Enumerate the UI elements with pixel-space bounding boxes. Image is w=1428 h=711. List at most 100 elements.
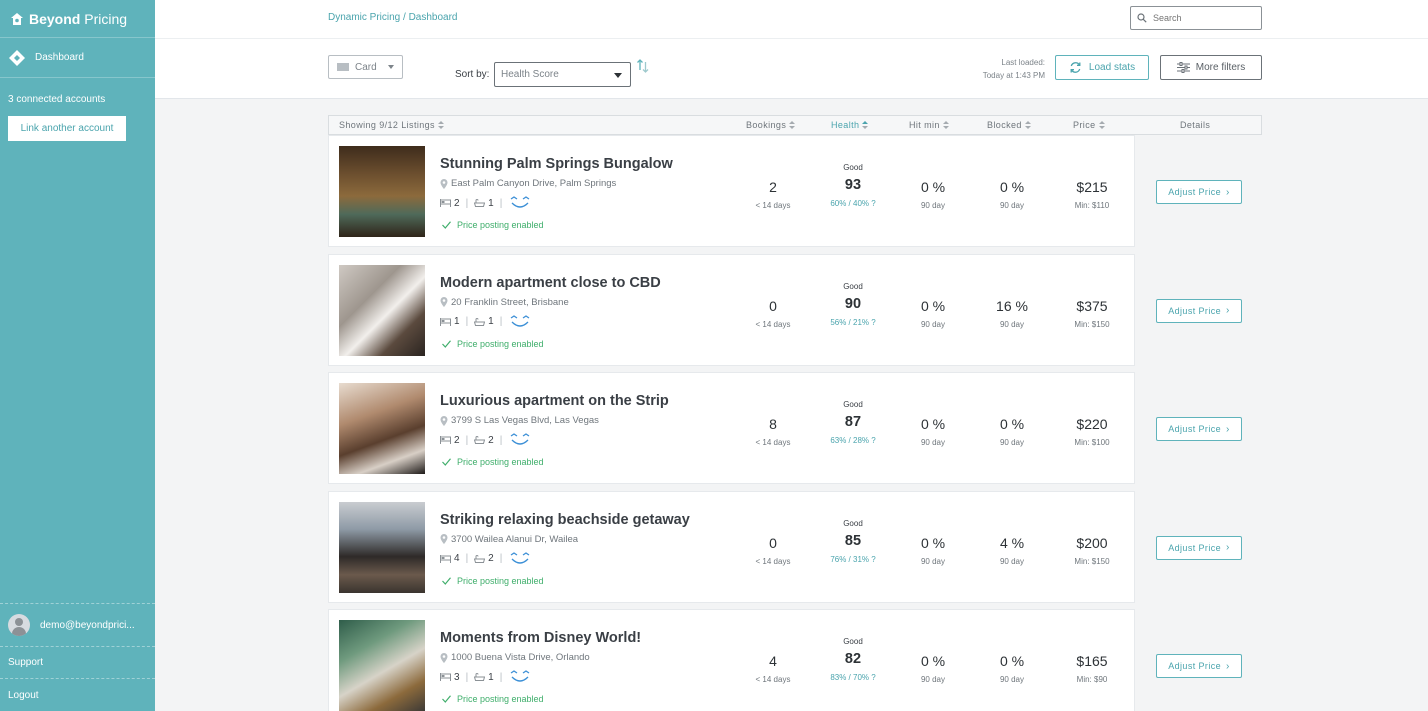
listing-title[interactable]: Luxurious apartment on the Strip — [440, 393, 669, 409]
listing-title[interactable]: Moments from Disney World! — [440, 630, 641, 646]
blocked-sub: 90 day — [999, 319, 1025, 329]
health-ratio[interactable]: 76% / 31% ? — [814, 555, 892, 564]
health-ratio[interactable]: 63% / 28% ? — [814, 436, 892, 445]
check-icon — [442, 576, 451, 585]
price-value: $375 — [1076, 297, 1108, 314]
listing-photo[interactable] — [339, 620, 425, 711]
blocked-sub: 90 day — [999, 201, 1025, 210]
bath-icon — [474, 199, 486, 207]
listing-photo[interactable] — [339, 146, 425, 237]
amenities: 2 | 1 | — [440, 196, 531, 210]
sort-direction-icon[interactable] — [637, 59, 649, 73]
hit-min-value: 0 % — [920, 534, 946, 551]
listing-row[interactable]: Stunning Palm Springs Bungalow East Palm… — [328, 135, 1262, 247]
hit-min-sub: 90 day — [920, 201, 946, 210]
health-ratio[interactable]: 56% / 21% ? — [814, 318, 892, 327]
price-cell: $220 Min: $100 — [1057, 416, 1127, 447]
listing-photo[interactable] — [339, 264, 425, 356]
search-box[interactable] — [1130, 6, 1262, 30]
amenities: 3 | 1 | — [440, 670, 531, 684]
price-posting-status: Price posting enabled — [442, 576, 544, 586]
bath-icon — [474, 436, 486, 444]
amenities: 2 | 2 | — [440, 433, 531, 447]
listing-card: Modern apartment close to CBD 20 Frankli… — [328, 253, 1135, 366]
health-score: 90 — [844, 295, 862, 312]
health-cell: Good 85 76% / 31% ? — [814, 519, 892, 564]
listing-title[interactable]: Stunning Palm Springs Bungalow — [440, 156, 673, 172]
baths-count: 1 — [488, 671, 494, 683]
sidebar-item-dashboard[interactable]: Dashboard — [0, 38, 155, 78]
health-score: 85 — [844, 532, 862, 549]
adjust-price-button[interactable]: Adjust Price › — [1156, 180, 1242, 204]
load-stats-button[interactable]: Load stats — [1055, 55, 1149, 80]
sort-by-label: Sort by: — [455, 69, 490, 80]
user-menu[interactable]: demo@beyondprici... — [0, 603, 155, 647]
bookings-sub: < 14 days — [755, 556, 791, 566]
beds-count: 1 — [454, 316, 460, 327]
hit-min-value: 0 % — [920, 297, 946, 314]
blocked-value: 16 % — [996, 297, 1028, 314]
avatar — [8, 614, 30, 636]
last-loaded: Last loaded: Today at 1:43 PM — [935, 56, 1045, 82]
column-price[interactable]: Price — [1073, 120, 1105, 130]
smile-rating-icon — [510, 196, 530, 208]
listing-address: 3700 Wailea Alanui Dr, Wailea — [440, 534, 578, 545]
listing-photo[interactable] — [339, 501, 425, 593]
blocked-cell: 16 % 90 day — [981, 298, 1043, 329]
listing-photo[interactable] — [339, 383, 425, 474]
listing-card: Luxurious apartment on the Strip 3799 S … — [328, 372, 1135, 484]
divider: | — [465, 671, 469, 683]
price-posting-status: Price posting enabled — [442, 457, 544, 467]
column-hit-min[interactable]: Hit min — [909, 120, 949, 130]
sort-select[interactable]: Health Score — [494, 62, 631, 87]
adjust-price-button[interactable]: Adjust Price › — [1156, 535, 1242, 560]
adjust-price-label: Adjust Price — [1168, 187, 1222, 197]
view-select[interactable]: Card — [328, 55, 403, 79]
column-health[interactable]: Health — [831, 120, 869, 130]
bookings-value: 2 — [769, 179, 777, 195]
sort-select-value: Health Score — [501, 69, 559, 80]
listing-card: Stunning Palm Springs Bungalow East Palm… — [328, 135, 1135, 247]
listing-row[interactable]: Striking relaxing beachside getaway 3700… — [328, 490, 1262, 603]
column-showing[interactable]: Showing 9/12 Listings — [339, 120, 444, 130]
health-score: 82 — [844, 651, 862, 667]
blocked-sub: 90 day — [999, 438, 1025, 447]
health-label: Good — [843, 163, 863, 172]
blocked-value: 0 % — [999, 179, 1025, 195]
health-cell: Good 90 56% / 21% ? — [814, 282, 892, 327]
more-filters-button[interactable]: More filters — [1160, 55, 1262, 80]
address-text: 3700 Wailea Alanui Dr, Wailea — [451, 533, 579, 545]
bed-icon — [440, 554, 451, 563]
sort-icon — [862, 120, 869, 130]
support-link[interactable]: Support — [0, 647, 155, 679]
adjust-price-button[interactable]: Adjust Price › — [1156, 654, 1242, 678]
chevron-down-icon — [388, 65, 394, 69]
listing-row[interactable]: Luxurious apartment on the Strip 3799 S … — [328, 372, 1262, 484]
check-icon — [442, 339, 451, 348]
address-text: 1000 Buena Vista Drive, Orlando — [451, 652, 590, 663]
listing-title[interactable]: Striking relaxing beachside getaway — [440, 512, 690, 528]
health-ratio[interactable]: 83% / 70% ? — [814, 673, 892, 682]
adjust-price-button[interactable]: Adjust Price › — [1156, 417, 1242, 441]
search-input[interactable] — [1153, 13, 1253, 23]
posting-text: Price posting enabled — [457, 694, 544, 704]
health-ratio[interactable]: 60% / 40% ? — [814, 199, 892, 208]
listing-row[interactable]: Modern apartment close to CBD 20 Frankli… — [328, 253, 1262, 366]
listing-row[interactable]: Moments from Disney World! 1000 Buena Vi… — [328, 609, 1262, 711]
hit-min-value: 0 % — [920, 416, 946, 432]
logout-link[interactable]: Logout — [0, 679, 155, 711]
blocked-value: 0 % — [999, 416, 1025, 432]
adjust-price-button[interactable]: Adjust Price › — [1156, 298, 1242, 323]
sort-icon — [942, 120, 949, 130]
column-blocked[interactable]: Blocked — [987, 120, 1031, 130]
price-value: $220 — [1076, 416, 1108, 432]
brand[interactable]: Beyond Pricing — [0, 0, 155, 38]
listing-title[interactable]: Modern apartment close to CBD — [440, 275, 661, 291]
bookings-sub: < 14 days — [755, 438, 791, 447]
link-account-button[interactable]: Link another account — [8, 116, 126, 141]
bed-icon — [440, 673, 451, 681]
check-icon — [442, 221, 451, 229]
adjust-price-label: Adjust Price — [1168, 305, 1222, 316]
column-bookings[interactable]: Bookings — [746, 120, 796, 130]
breadcrumb[interactable]: Dynamic Pricing / Dashboard — [328, 12, 458, 23]
